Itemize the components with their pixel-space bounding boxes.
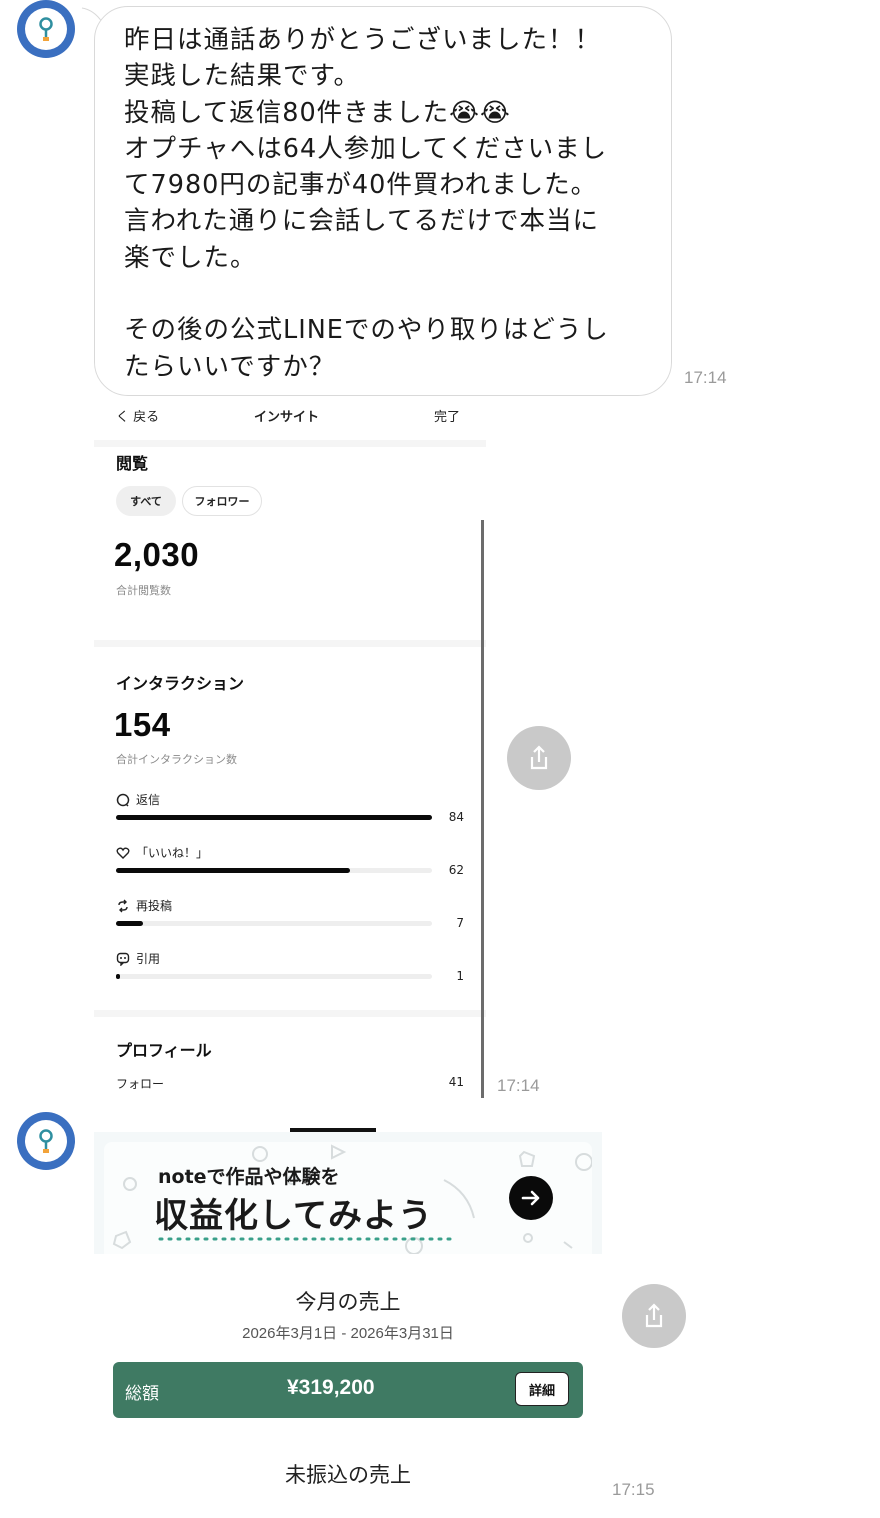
metric-bar-fill [116, 815, 432, 820]
banner-arrow-button[interactable] [509, 1176, 553, 1220]
insight-screenshot[interactable]: く 戻る インサイト 完了 閲覧 すべて フォロワー 2,030 合計閲覧数 イ… [94, 400, 486, 1100]
interactions-heading: インタラクション [116, 674, 245, 693]
insight-nav-bar: く 戻る インサイト 完了 [94, 400, 486, 436]
follow-label: フォロー [116, 1077, 165, 1091]
heart-icon [116, 847, 130, 859]
message-line: 投稿して返信80件きました😭😭 [124, 97, 511, 128]
message-line: て7980円の記事が40件買われました。 [124, 170, 598, 201]
metric-bar-fill [116, 868, 350, 873]
metric-value: 62 [448, 863, 464, 877]
metric-like-label: 「いいね！」 [116, 844, 208, 861]
section-divider [94, 440, 486, 447]
unpaid-sales-title: 未振込の売上 [285, 1463, 411, 1487]
sales-total-bar: 総額 ¥319,200 詳細 [113, 1362, 583, 1418]
image-timestamp: 17:14 [497, 1076, 540, 1095]
banner-small-text: noteで作品や体験を [158, 1166, 340, 1188]
section-divider [94, 1010, 486, 1017]
filter-all-pill[interactable]: すべて [116, 486, 176, 516]
reply-icon [116, 793, 130, 807]
metric-quote-label: 引用 [116, 950, 160, 967]
metric-bar-track [116, 815, 432, 820]
total-label: 総額 [125, 1384, 159, 1404]
banner-big-text: 収益化してみよう [154, 1196, 433, 1236]
lightbulb-icon [25, 1120, 67, 1162]
message-line: オプチャへは64人参加してくださいまし [124, 133, 608, 164]
views-total: 2,030 [114, 536, 200, 573]
share-icon [645, 1303, 663, 1328]
arrow-right-icon [521, 1190, 540, 1206]
metric-bar-fill [116, 974, 120, 979]
message-line: 実践した結果です。 [124, 61, 360, 92]
detail-button[interactable]: 詳細 [515, 1372, 569, 1406]
metric-bar-track [116, 974, 432, 979]
image-timestamp: 17:15 [612, 1480, 655, 1499]
lightbulb-icon [25, 8, 67, 50]
banner-dotted-underline [158, 1237, 458, 1241]
image-edge-line [481, 520, 484, 1098]
sender-avatar[interactable] [17, 1112, 75, 1170]
profile-heading: プロフィール [116, 1041, 212, 1060]
share-icon [530, 745, 548, 770]
monthly-sales-title: 今月の売上 [295, 1290, 401, 1314]
section-divider [94, 640, 486, 647]
done-button[interactable]: 完了 [434, 406, 460, 425]
metric-value: 7 [456, 916, 464, 930]
message-line: 昨日は通話ありがとうございました！！ [124, 25, 602, 55]
message-text: 昨日は通話ありがとうございました！！ 実践した結果です。 投稿して返信80件きま… [124, 22, 654, 385]
metric-bar-track [116, 868, 432, 873]
message-line: たらいいですか？ [124, 351, 336, 382]
metric-reply-label: 返信 [116, 791, 160, 808]
repost-icon [118, 899, 128, 912]
message-line: その後の公式LINEでのやり取りはどうし [124, 315, 609, 346]
back-button[interactable]: く 戻る [116, 406, 159, 425]
metric-label-text: 再投稿 [136, 899, 173, 913]
message-line: 言われた通りに会話してるだけで本当に [124, 206, 599, 237]
share-button[interactable] [507, 726, 571, 790]
share-button[interactable] [622, 1284, 686, 1348]
metric-repost-label: 再投稿 [116, 897, 172, 914]
metric-value: 84 [448, 810, 464, 824]
message-line [124, 276, 654, 312]
note-banner[interactable]: noteで作品や体験を 収益化してみよう [94, 1132, 602, 1254]
follow-value: 41 [448, 1075, 464, 1089]
banner-card: noteで作品や体験を 収益化してみよう [104, 1142, 592, 1254]
metric-bar-track [116, 921, 432, 926]
views-heading: 閲覧 [116, 454, 149, 473]
metric-label-text: 返信 [136, 793, 161, 807]
sales-period: 2026年3月1日 - 2026年3月31日 [242, 1325, 454, 1342]
metric-label-text: 「いいね！」 [136, 846, 209, 860]
quote-icon [116, 952, 130, 966]
interactions-total-label: 合計インタラクション数 [116, 753, 237, 766]
metric-value: 1 [456, 969, 464, 983]
total-value: ¥319,200 [287, 1376, 375, 1399]
message-timestamp: 17:14 [684, 368, 727, 387]
interactions-total: 154 [114, 706, 171, 743]
filter-followers-pill[interactable]: フォロワー [182, 486, 262, 516]
views-total-label: 合計閲覧数 [116, 584, 171, 597]
message-line: 楽でした。 [124, 242, 257, 273]
sender-avatar[interactable] [17, 0, 75, 58]
metric-label-text: 引用 [136, 952, 161, 966]
metric-bar-fill [116, 921, 143, 926]
insight-title: インサイト [254, 410, 320, 425]
